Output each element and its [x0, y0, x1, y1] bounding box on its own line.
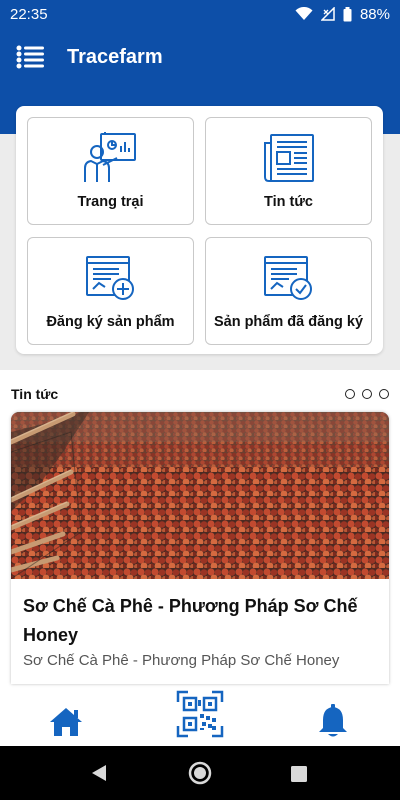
app-bar: Tracefarm — [0, 28, 400, 86]
home-circle-icon[interactable] — [188, 761, 212, 785]
list-menu-icon — [16, 45, 44, 69]
qr-code-icon[interactable] — [176, 690, 224, 738]
news-article-title[interactable]: Sơ Chế Cà Phê - Phương Pháp Sơ Chế Honey — [23, 592, 377, 650]
bell-icon[interactable] — [318, 704, 348, 738]
newspaper-icon — [263, 134, 314, 182]
carousel-indicator[interactable] — [345, 389, 389, 399]
menu-button[interactable] — [15, 44, 45, 70]
menu-tile-news[interactable]: Tin tức — [205, 117, 372, 225]
farm-presentation-icon — [83, 132, 136, 182]
news-section-header: Tin tức — [11, 386, 389, 402]
registered-product-icon — [263, 256, 312, 300]
coffee-cherries-drying-photo — [11, 412, 389, 579]
carousel-dot[interactable] — [379, 389, 389, 399]
news-section-title: Tin tức — [11, 386, 59, 402]
system-navigation-bar — [0, 746, 400, 800]
recent-apps-icon[interactable] — [291, 766, 307, 782]
news-card[interactable]: Sơ Chế Cà Phê - Phương Pháp Sơ Chế Honey… — [11, 412, 389, 684]
menu-tile-register-product[interactable]: Đăng ký sản phẩm — [27, 237, 194, 345]
wifi-icon — [295, 7, 313, 20]
battery-icon — [343, 6, 352, 21]
menu-tile-label: Tin tức — [264, 194, 313, 210]
home-icon[interactable] — [48, 706, 84, 738]
menu-tile-label: Trang trại — [77, 194, 144, 210]
app-title: Tracefarm — [67, 45, 163, 68]
menu-tile-label: Sản phẩm đã đăng ký — [213, 314, 364, 330]
menu-tile-label: Đăng ký sản phẩm — [46, 314, 175, 330]
status-bar: 22:35 88% — [0, 0, 400, 28]
signal-icon — [320, 7, 335, 21]
menu-tile-registered-products[interactable]: Sản phẩm đã đăng ký — [205, 237, 372, 345]
menu-grid: Trang trại Tin tức Đăng ký sản phẩm Sản … — [16, 106, 383, 354]
register-product-icon — [85, 256, 134, 300]
carousel-dot[interactable] — [362, 389, 372, 399]
carousel-dot[interactable] — [345, 389, 355, 399]
battery-level: 88% — [359, 5, 390, 23]
status-time: 22:35 — [10, 5, 48, 23]
menu-tile-farm[interactable]: Trang trại — [27, 117, 194, 225]
back-icon[interactable] — [91, 764, 107, 782]
bottom-navigation — [0, 690, 400, 746]
news-article-summary: Sơ Chế Cà Phê - Phương Pháp Sơ Chế Honey — [23, 652, 340, 669]
